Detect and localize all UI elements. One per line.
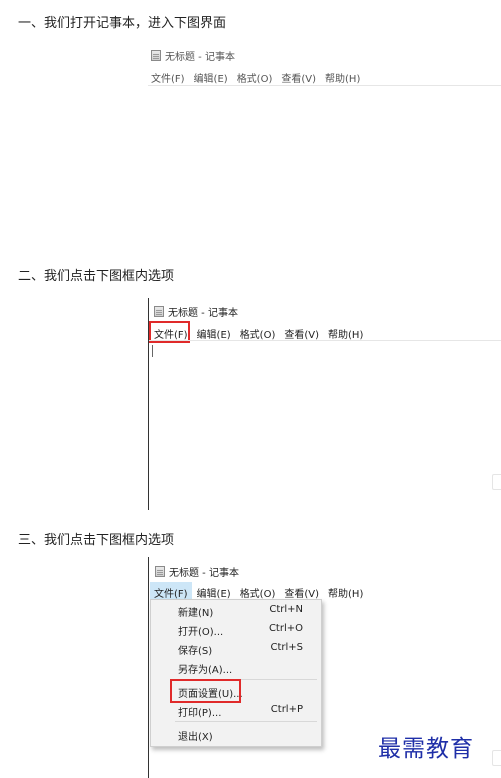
notepad-3-menubar: 文件(F) 编辑(E) 格式(O) 查看(V) 帮助(H) [154, 585, 372, 600]
text-caret [152, 345, 153, 357]
menu-item-exit[interactable]: 退出(X) [178, 728, 213, 743]
menu-edit[interactable]: 编辑(E) [197, 585, 231, 600]
notepad-3-left-border [148, 557, 149, 778]
faint-watermark-icon [492, 474, 501, 490]
notepad-icon [151, 50, 161, 61]
step-1-text: 一、我们打开记事本，进入下图界面 [18, 16, 227, 31]
menu-help[interactable]: 帮助(H) [328, 326, 363, 341]
notepad-1-menubar: 文件(F) 编辑(E) 格式(O) 查看(V) 帮助(H) [151, 70, 369, 85]
notepad-1-title-text: 无标题 - 记事本 [165, 52, 235, 63]
page-setup-highlight-box [170, 679, 241, 703]
step-2-text: 二、我们点击下图框内选项 [18, 269, 175, 284]
brand-watermark: 最需教育 [378, 736, 474, 762]
step-3-text: 三、我们点击下图框内选项 [18, 533, 175, 548]
notepad-2-title: 无标题 - 记事本 [154, 304, 238, 319]
menu-item-save-shortcut: Ctrl+S [270, 642, 303, 653]
notepad-icon [154, 306, 164, 317]
menu-item-print[interactable]: 打印(P)... [178, 704, 221, 719]
menu-view[interactable]: 查看(V) [281, 70, 316, 85]
notepad-1-menubar-divider [148, 85, 501, 86]
menu-edit[interactable]: 编辑(E) [197, 326, 231, 341]
menu-edit[interactable]: 编辑(E) [194, 70, 228, 85]
menu-item-save[interactable]: 保存(S) [178, 642, 212, 657]
menu-file[interactable]: 文件(F) [151, 70, 185, 85]
menu-item-open[interactable]: 打开(O)... [178, 623, 223, 638]
menu-item-open-shortcut: Ctrl+O [268, 623, 303, 634]
menu-item-new-shortcut: Ctrl+N [269, 604, 303, 615]
menu-format[interactable]: 格式(O) [240, 585, 276, 600]
menu-separator [175, 721, 317, 722]
menu-item-new[interactable]: 新建(N) [178, 604, 213, 619]
notepad-1-title: 无标题 - 记事本 [151, 48, 235, 63]
faint-watermark-icon [492, 750, 501, 766]
menu-format[interactable]: 格式(O) [237, 70, 273, 85]
menu-item-save-as[interactable]: 另存为(A)... [178, 661, 232, 676]
menu-item-print-shortcut: Ctrl+P [270, 704, 303, 715]
menu-help[interactable]: 帮助(H) [328, 585, 363, 600]
notepad-2-menubar-divider [148, 340, 501, 341]
menu-help[interactable]: 帮助(H) [325, 70, 360, 85]
notepad-2-left-border [148, 298, 149, 510]
notepad-icon [155, 566, 165, 577]
notepad-3-title-text: 无标题 - 记事本 [169, 568, 239, 579]
file-dropdown-menu: 新建(N) Ctrl+N 打开(O)... Ctrl+O 保存(S) Ctrl+… [150, 599, 322, 747]
notepad-2-title-text: 无标题 - 记事本 [168, 308, 238, 319]
menu-view[interactable]: 查看(V) [284, 326, 319, 341]
menu-format[interactable]: 格式(O) [240, 326, 276, 341]
menu-file[interactable]: 文件(F) [154, 585, 188, 600]
notepad-3-title: 无标题 - 记事本 [155, 564, 239, 579]
menu-view[interactable]: 查看(V) [284, 585, 319, 600]
